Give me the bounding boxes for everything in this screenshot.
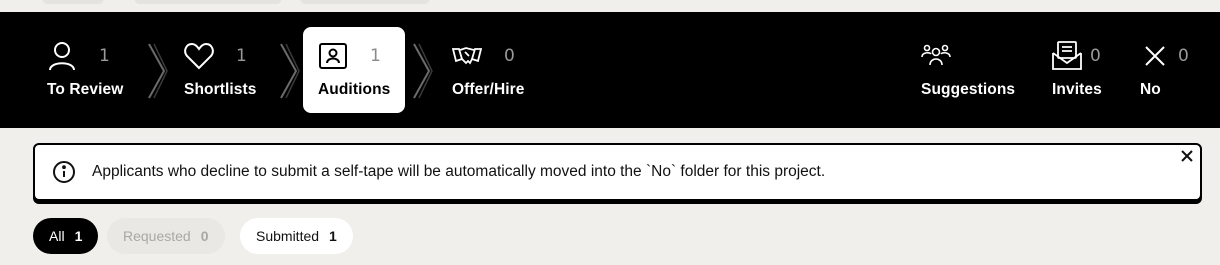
tab-invites[interactable]: 0 Invites	[1052, 27, 1102, 113]
filter-submitted-button[interactable]: Submitted 1	[240, 218, 353, 254]
chevron-right-icon	[413, 43, 433, 99]
info-icon	[52, 160, 76, 184]
tab-suggestions[interactable]: Suggestions	[921, 27, 1015, 113]
tab-label: No	[1140, 81, 1161, 98]
tab-no[interactable]: 0 No	[1140, 27, 1189, 113]
tab-offer-hire[interactable]: 0 Offer/Hire	[452, 27, 525, 113]
filter-label: Requested	[123, 228, 191, 244]
tab-label: Shortlists	[184, 81, 257, 98]
partial-element	[42, 0, 104, 4]
filter-all-button[interactable]: All 1	[33, 218, 99, 254]
filter-count: 0	[200, 228, 209, 244]
handshake-icon	[452, 41, 482, 71]
partial-element	[134, 0, 282, 4]
filter-requested-button[interactable]: Requested 0	[107, 218, 225, 254]
tab-count: 1	[370, 46, 381, 66]
envelope-icon	[1052, 41, 1082, 71]
tab-label: Auditions	[318, 81, 391, 98]
tab-label: To Review	[47, 81, 124, 98]
partial-element	[300, 0, 430, 4]
tab-shortlists[interactable]: 1 Shortlists	[184, 27, 256, 113]
tab-label: Invites	[1052, 81, 1102, 98]
chevron-right-icon	[280, 43, 300, 99]
tab-count: 0	[1090, 46, 1101, 66]
id-card-icon	[318, 41, 348, 71]
filter-label: Submitted	[256, 228, 320, 244]
filter-label: All	[49, 228, 65, 244]
filter-count: 1	[74, 228, 83, 244]
tab-count: 1	[236, 46, 247, 66]
tab-to-review[interactable]: 1 To Review	[47, 27, 123, 113]
tab-count: 0	[504, 46, 515, 66]
group-icon	[921, 41, 951, 71]
tab-label: Offer/Hire	[452, 81, 525, 98]
filter-count: 1	[329, 228, 337, 244]
tab-auditions[interactable]: 1 Auditions	[303, 27, 405, 113]
pipeline-nav: 1 To Review 1 Shortlists 1 Auditions 0 O…	[0, 12, 1220, 128]
tab-label: Suggestions	[921, 81, 1016, 98]
chevron-right-icon	[148, 43, 168, 99]
x-icon	[1140, 41, 1170, 71]
heart-icon	[184, 41, 214, 71]
tab-count: 0	[1178, 46, 1189, 66]
info-alert: Applicants who decline to submit a self-…	[33, 143, 1202, 201]
person-icon	[47, 41, 77, 71]
tab-count: 1	[99, 46, 110, 66]
close-icon[interactable]	[1180, 149, 1194, 163]
top-strip	[0, 0, 1220, 12]
alert-message: Applicants who decline to submit a self-…	[92, 163, 826, 180]
